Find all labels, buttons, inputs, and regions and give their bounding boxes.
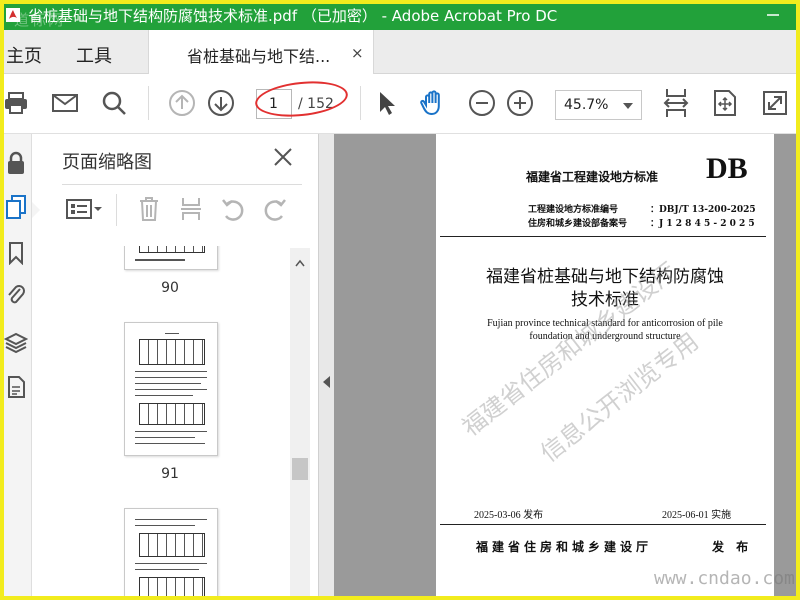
tab-bar: 主页 工具 省桩基础与地下结... × <box>0 30 800 74</box>
thumbnail-page-number: 90 <box>161 280 179 296</box>
panel-divider <box>62 184 302 185</box>
bookmark-icon[interactable] <box>4 240 28 266</box>
thumbnail-page-number: 91 <box>161 466 179 482</box>
print-icon[interactable] <box>2 89 30 117</box>
doc-standard-no-value: ：DBJ/T 13-200-2025 <box>650 205 756 215</box>
doc-english-title-line2: foundation and underground structure <box>529 331 681 342</box>
scroll-up-icon[interactable] <box>295 252 305 271</box>
zoom-level-value: 45.7% <box>564 97 609 113</box>
page-thumbnails-icon[interactable] <box>4 194 28 220</box>
previous-page-icon[interactable] <box>168 89 196 117</box>
full-screen-icon[interactable] <box>761 89 789 117</box>
zoom-out-icon[interactable] <box>468 89 496 117</box>
doc-english-title-line1: Fujian province technical standard for a… <box>487 318 723 329</box>
panel-tool-separator <box>116 194 117 226</box>
thumbnail-scrollbar[interactable] <box>290 248 310 600</box>
hand-tool-icon[interactable] <box>419 89 447 117</box>
extract-pages-icon[interactable] <box>176 196 206 222</box>
minimize-button[interactable] <box>766 4 780 18</box>
document-viewer[interactable]: 福建省工程建设地方标准 DB 工程建设地方标准编号 ：DBJ/T 13-200-… <box>334 134 800 600</box>
fit-width-icon[interactable] <box>662 89 690 117</box>
doc-record-no-value: ：J 1 2 8 4 5 - 2 0 2 5 <box>650 219 755 229</box>
layers-icon[interactable] <box>4 330 28 356</box>
zoom-in-icon[interactable] <box>506 89 534 117</box>
search-icon[interactable] <box>100 89 128 117</box>
tab-tools[interactable]: 工具 <box>76 42 112 68</box>
rotate-right-icon[interactable] <box>260 196 290 222</box>
pdf-page: 福建省工程建设地方标准 DB 工程建设地方标准编号 ：DBJ/T 13-200-… <box>436 134 774 600</box>
page-fit-icon[interactable] <box>711 89 739 117</box>
doc-standard-no-label: 工程建设地方标准编号 <box>528 205 619 215</box>
doc-rule <box>440 236 766 237</box>
active-panel-pointer <box>32 202 40 218</box>
lock-icon[interactable] <box>4 150 28 176</box>
zoom-level-dropdown[interactable]: 45.7% <box>555 90 642 120</box>
chevron-down-icon <box>623 103 633 109</box>
site-watermark: www.cndao.com <box>654 568 795 589</box>
next-page-icon[interactable] <box>207 89 235 117</box>
doc-effective-date: 2025-06-01 实施 <box>662 510 732 521</box>
doc-publish-tag: 发 布 <box>712 540 753 554</box>
toolbar-separator <box>360 86 361 120</box>
email-icon[interactable] <box>51 89 79 117</box>
window-title: 省桩基础与地下结构防腐蚀技术标准.pdf （已加密） - Adobe Acrob… <box>28 6 558 25</box>
doc-header: 福建省工程建设地方标准 <box>526 170 659 184</box>
document-properties-icon[interactable] <box>4 374 28 400</box>
doc-rule <box>440 524 766 525</box>
scrollbar-thumb[interactable] <box>292 458 308 480</box>
attachment-icon[interactable] <box>4 282 28 308</box>
page-thumbnails-panel: 页面缩略图 90 91 <box>40 134 318 600</box>
doc-title-line1: 福建省桩基础与地下结构防腐蚀 <box>486 267 724 287</box>
doc-publisher: 福建省住房和城乡建设厅 <box>476 540 653 554</box>
tab-document[interactable]: 省桩基础与地下结... × <box>148 30 374 74</box>
page-thumbnail[interactable] <box>124 322 218 456</box>
doc-watermark-line2: 信息公开浏览专用 <box>535 327 704 468</box>
close-tab-icon[interactable]: × <box>351 44 364 62</box>
doc-record-no-label: 住房和城乡建设部备案号 <box>528 219 628 229</box>
doc-issue-date: 2025-03-06 发布 <box>474 510 544 521</box>
thumbnail-list[interactable]: 90 91 <box>62 246 292 600</box>
page-thumbnail[interactable] <box>124 246 218 270</box>
doc-title-line2: 技术标准 <box>571 290 639 310</box>
page-thumbnail[interactable] <box>124 508 218 600</box>
rotate-left-icon[interactable] <box>218 196 248 222</box>
thumbnail-options-icon[interactable] <box>64 196 104 222</box>
toolbar-separator <box>148 86 149 120</box>
main-toolbar: / 152 45.7% <box>0 74 800 134</box>
title-bar: 省桩基础与地下结构防腐蚀技术标准.pdf （已加密） - Adobe Acrob… <box>0 0 800 30</box>
delete-page-icon[interactable] <box>134 196 164 222</box>
tab-document-label: 省桩基础与地下结... <box>187 47 331 66</box>
tab-home[interactable]: 主页 <box>6 42 42 68</box>
collapse-panel-icon[interactable] <box>323 376 330 388</box>
select-cursor-icon[interactable] <box>372 89 400 117</box>
panel-title: 页面缩略图 <box>62 152 152 173</box>
close-panel-icon[interactable] <box>272 146 296 170</box>
doc-db-mark: DB <box>706 152 748 185</box>
navigation-rail <box>0 134 40 600</box>
panel-divider-bar[interactable] <box>318 134 334 600</box>
logo-watermark: 道标网 <box>14 11 66 29</box>
